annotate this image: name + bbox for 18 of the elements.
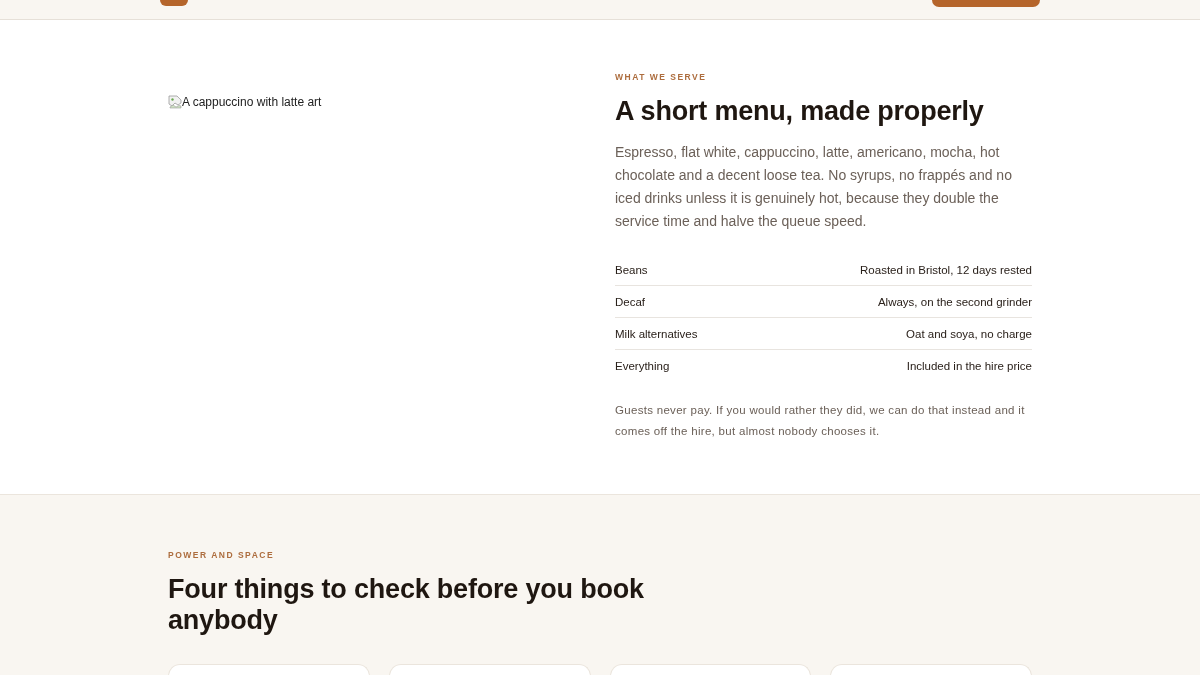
- detail-value: Included in the hire price: [906, 360, 1032, 372]
- detail-value: Always, on the second grinder: [877, 295, 1032, 308]
- section-description: Espresso, flat white, cappuccino, latte, americano, mocha, hot chocolate and a decent loose tea. No syrups, no frappés and no iced drinks unless it is genuinely hot, because they double the service time and halve the queue speed.: [615, 143, 1013, 231]
- logo-icon[interactable]: [160, 0, 188, 6]
- broken-image-icon: [168, 95, 182, 109]
- header-button[interactable]: [932, 0, 1040, 7]
- detail-label: Everything: [615, 360, 670, 372]
- detail-value: Roasted in Bristol, 12 days rested: [860, 263, 1032, 276]
- footnote-text: Guests never pay. If you would rather they did, we can do that instead and it comes off the hire, but almost nobody chooses it.: [615, 403, 1026, 439]
- section-eyebrow: WHAT WE SERVE: [615, 71, 707, 83]
- section-heading: A short menu, made properly: [615, 95, 985, 127]
- detail-label: Beans: [615, 263, 648, 276]
- detail-label: Milk alternatives: [615, 327, 698, 340]
- detail-value: Oat and soya, no charge: [906, 327, 1032, 340]
- section-eyebrow: POWER AND SPACE: [168, 549, 275, 561]
- section-heading: Four things to check before you book anybody: [168, 574, 645, 636]
- detail-label: Decaf: [615, 295, 646, 308]
- image-alt-text: A cappuccino with latte art: [182, 94, 322, 110]
